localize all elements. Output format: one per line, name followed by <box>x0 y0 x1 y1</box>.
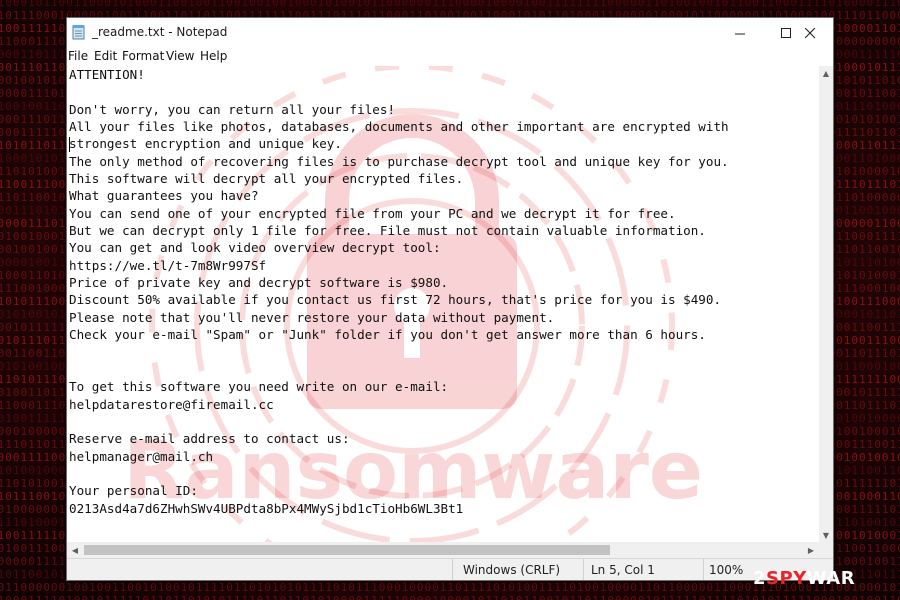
document-text: ATTENTION! Don't worry, you can return a… <box>69 66 729 517</box>
scroll-up-icon[interactable]: ▲ <box>819 66 833 80</box>
close-icon <box>804 27 815 38</box>
line-ending-status: Windows (CRLF) <box>463 563 561 577</box>
status-divider <box>583 559 584 580</box>
text-line: Check your e-mail "Spam" or "Junk" folde… <box>69 327 706 343</box>
menu-bar: File Edit Format View Help <box>67 48 833 66</box>
text-line: To get this software you need write on o… <box>69 379 449 395</box>
text-line: This software will decrypt all your encr… <box>69 171 464 187</box>
notepad-window: _readme.txt - Notepad File Edit Format V… <box>67 18 833 580</box>
status-bar: Windows (CRLF) Ln 5, Col 1 100% <box>67 558 833 580</box>
horizontal-scroll-thumb[interactable] <box>84 545 610 555</box>
scrollbar-corner <box>819 542 833 558</box>
menu-file[interactable]: File <box>68 49 88 63</box>
text-line <box>69 465 729 482</box>
text-line: helpdatarestore@firemail.cc <box>69 396 274 412</box>
site-watermark-logo: 2SPYWAR <box>753 568 856 589</box>
text-line: Don't worry, you can return all your fil… <box>69 101 396 117</box>
menu-edit[interactable]: Edit <box>94 49 117 63</box>
text-line: Discount 50% available if you contact us… <box>69 292 722 308</box>
text-line: Reserve e-mail address to contact us: <box>69 431 350 447</box>
title-bar[interactable]: _readme.txt - Notepad <box>67 18 833 48</box>
window-title: _readme.txt - Notepad <box>92 25 228 39</box>
binary-row: 0100010110011000101000110010011001001001… <box>0 0 900 9</box>
zoom-status: 100% <box>709 563 744 577</box>
text-caret <box>69 137 70 152</box>
close-button[interactable] <box>787 18 833 48</box>
text-line: What guarantees you have? <box>69 188 259 204</box>
text-editor[interactable]: Ransomware ATTENTION! Don't worry, you c… <box>67 66 819 542</box>
text-line: 0213Asd4a7d6ZHwhSWv4UBPdta8bPx4MWySjbd1c… <box>69 500 464 516</box>
text-line: You can send one of your encrypted file … <box>69 205 676 221</box>
vertical-scrollbar[interactable]: ▲ ▼ <box>819 66 833 542</box>
text-line <box>69 344 729 361</box>
menu-help[interactable]: Help <box>200 49 227 63</box>
minimize-button[interactable] <box>717 18 763 48</box>
text-line <box>69 83 729 100</box>
text-line <box>69 361 729 378</box>
scroll-left-icon[interactable]: ◀ <box>67 542 83 558</box>
text-line <box>69 413 729 430</box>
text-line: All your files like photos, databases, d… <box>69 119 729 135</box>
text-line: https://we.tl/t-7m8Wr997Sf <box>69 257 267 273</box>
text-line: The only method of recovering files is t… <box>69 153 729 169</box>
text-line: You can get and look video overview decr… <box>69 240 441 256</box>
scroll-down-icon[interactable]: ▼ <box>819 528 833 542</box>
text-line: But we can decrypt only 1 file for free.… <box>69 223 706 239</box>
notepad-icon <box>72 24 86 40</box>
text-line: Please note that you'll never restore yo… <box>69 309 555 325</box>
text-line: ATTENTION! <box>69 67 145 82</box>
status-divider <box>452 559 453 580</box>
binary-row: 1100011110100101111101101101010111101101… <box>0 594 900 600</box>
scroll-right-icon[interactable]: ▶ <box>803 542 819 558</box>
text-line: Your personal ID: <box>69 483 198 499</box>
menu-view[interactable]: View <box>166 49 194 63</box>
status-divider <box>703 559 704 580</box>
menu-format[interactable]: Format <box>122 49 164 63</box>
minimize-icon <box>734 33 745 34</box>
text-line: strongest encryption and unique key. <box>69 136 342 152</box>
text-line: helpmanager@mail.ch <box>69 448 214 464</box>
horizontal-scrollbar[interactable]: ◀ ▶ <box>67 542 819 558</box>
cursor-position-status: Ln 5, Col 1 <box>591 563 655 577</box>
text-line: Price of private key and decrypt softwar… <box>69 275 449 291</box>
